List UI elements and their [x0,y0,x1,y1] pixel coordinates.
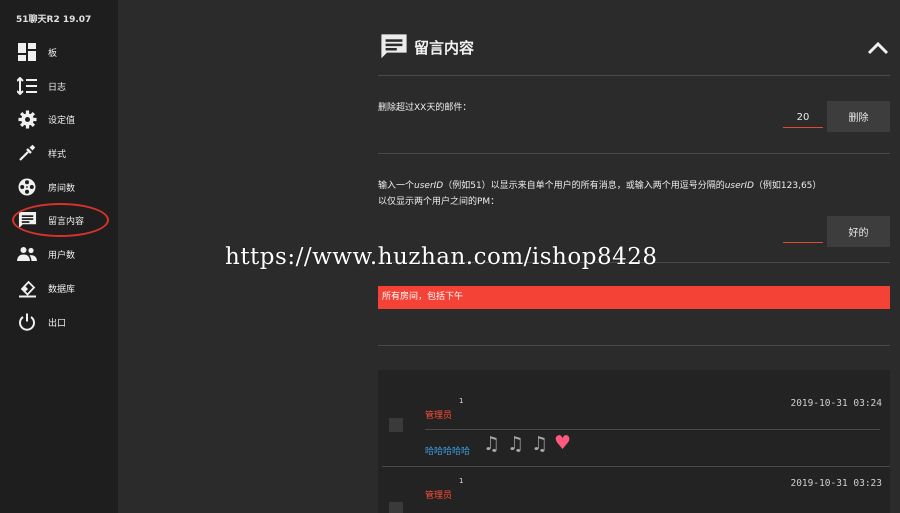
user-id-input[interactable] [783,223,823,243]
music-note-icon: ♫ [483,433,501,455]
watermark-text: https://www.huzhan.com/ishop8428 [225,244,658,270]
message-icon [380,33,408,65]
sidebar-item-dashboard[interactable]: 板 [0,38,118,66]
user-filter-label: 输入一个userID（例如51）以显示来自单个用户的所有消息，或输入两个用逗号分… [378,178,890,210]
sidebar-item-styles[interactable]: 样式 [0,139,118,167]
divider [378,345,890,346]
label-segment: （例如123,65） [753,181,822,191]
database-erase-icon [17,278,37,298]
sorted-list-icon [17,76,37,96]
page-title: 留言内容 [414,39,475,57]
label-segment-italic: userID [724,181,754,191]
music-note-icon: ♫ [507,433,525,455]
sidebar-item-label: 用户数 [48,251,76,261]
message-user[interactable]: 管理员 [425,408,452,421]
message-icon [17,210,37,230]
message-count: 1 [459,397,464,405]
sidebar-item-label: 数据库 [48,285,76,295]
eyedropper-icon [17,143,37,163]
delete-days-input[interactable] [783,108,823,128]
room-select-dropdown[interactable]: 所有房间，包括下午 [378,286,890,309]
delete-days-label: 删除超过XX天的邮件： [378,103,472,113]
sidebar: 51聊天R2 19.07 板 日志 设定值 样式 房间数 留言内容 用户数 数据… [0,0,118,513]
sidebar-item-database[interactable]: 数据库 [0,274,118,302]
message-text: 哈哈哈哈哈 [425,447,471,457]
label-segment: 输入一个 [378,181,415,191]
sidebar-item-label: 样式 [48,150,67,160]
sidebar-item-label: 日志 [48,83,67,93]
message-item: 1 管理员 2019-10-31 03:24 哈哈哈哈哈 ♫ ♫ ♫ ♥ [383,387,890,467]
message-list: 1 管理员 2019-10-31 03:24 哈哈哈哈哈 ♫ ♫ ♫ ♥ 1 管… [378,370,890,513]
divider [378,75,890,76]
sidebar-item-users[interactable]: 用户数 [0,240,118,268]
sidebar-item-logs[interactable]: 日志 [0,72,118,100]
sidebar-item-label: 板 [48,49,58,59]
sidebar-item-label: 设定值 [48,116,76,126]
divider [378,153,890,154]
sidebar-item-label: 留言内容 [48,217,85,227]
label-segment: 以仅显示两个用户之间的PM： [378,197,500,207]
sidebar-item-label: 房间数 [48,184,76,194]
ok-button[interactable]: 好的 [827,216,890,247]
sidebar-item-settings[interactable]: 设定值 [0,105,118,133]
app-title: 51聊天R2 19.07 [16,15,92,25]
sidebar-item-messages[interactable]: 留言内容 [0,206,118,234]
message-select-checkbox[interactable] [389,418,403,432]
message-timestamp: 2019-10-31 03:23 [790,478,882,489]
message-user[interactable]: 管理员 [425,488,452,501]
message-divider [425,429,880,430]
section-header: 留言内容 [378,30,890,66]
sidebar-item-logout[interactable]: 出口 [0,308,118,336]
gear-icon [17,109,37,129]
sidebar-item-label: 出口 [48,319,67,329]
power-icon [17,312,37,332]
film-reel-icon [17,177,37,197]
label-segment: （例如51）以显示来自单个用户的所有消息，或输入两个用逗号分隔的 [443,181,725,191]
delete-button[interactable]: 删除 [827,101,890,132]
label-segment-italic: userID [414,181,444,191]
message-select-checkbox[interactable] [389,502,403,513]
sidebar-item-rooms[interactable]: 房间数 [0,173,118,201]
heart-icon: ♥ [554,432,572,454]
chevron-up-icon[interactable] [866,38,890,58]
users-icon [17,244,37,264]
music-note-icon: ♫ [531,433,549,455]
message-item: 1 管理员 2019-10-31 03:23 [383,467,890,513]
dashboard-icon [17,42,37,62]
message-count: 1 [459,477,464,485]
message-timestamp: 2019-10-31 03:24 [790,398,882,409]
